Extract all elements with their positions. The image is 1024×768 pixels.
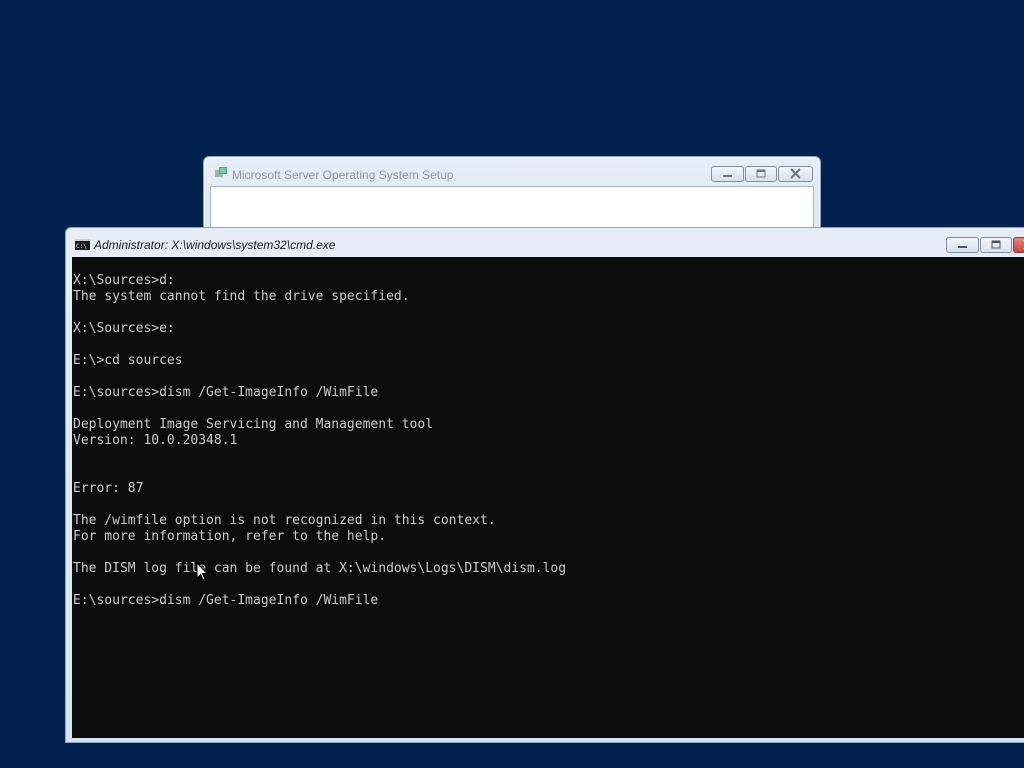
- console-line: Error: 87: [73, 481, 144, 496]
- close-icon: [790, 168, 801, 179]
- cmd-window-title: Administrator: X:\windows\system32\cmd.e…: [94, 238, 336, 252]
- console-line: X:\Sources>d:: [73, 273, 175, 288]
- console-lines: X:\Sources>d: The system cannot find the …: [73, 273, 566, 609]
- close-icon: [1023, 240, 1024, 249]
- setup-close-button[interactable]: [778, 166, 813, 182]
- maximize-icon: [756, 169, 766, 178]
- maximize-icon: [991, 240, 1001, 249]
- cmd-maximize-button[interactable]: [980, 237, 1012, 253]
- setup-titlebar[interactable]: Microsoft Server Operating System Setup: [204, 157, 820, 187]
- cmd-titlebar[interactable]: C:\ Administrator: X:\windows\system32\c…: [66, 228, 1024, 257]
- console-line: E:\sources>dism /Get-ImageInfo /WimFile: [73, 593, 379, 608]
- minimize-icon: [723, 175, 732, 177]
- console-line: Version: 10.0.20348.1: [73, 433, 238, 448]
- setup-minimize-button[interactable]: [711, 166, 744, 182]
- svg-text:C:\: C:\: [76, 243, 87, 250]
- console-line: E:\sources>dism /Get-ImageInfo /WimFile: [73, 385, 379, 400]
- console-line: The /wimfile option is not recognized in…: [73, 513, 496, 528]
- console-line: E:\>cd sources: [73, 353, 183, 368]
- cmd-icon: C:\: [75, 239, 90, 250]
- console-line: For more information, refer to the help.: [73, 529, 387, 544]
- desktop-background: Microsoft Server Operating System Setup: [0, 0, 1024, 768]
- minimize-icon: [958, 246, 967, 248]
- console-line: X:\Sources>e:: [73, 321, 175, 336]
- mouse-pointer-icon: [196, 562, 208, 581]
- console-line: The DISM log file can be found at X:\win…: [73, 561, 567, 576]
- cmd-close-button[interactable]: [1013, 237, 1024, 253]
- setup-maximize-button[interactable]: [745, 166, 777, 182]
- console-line: Deployment Image Servicing and Managemen…: [73, 417, 434, 432]
- console-line: The system cannot find the drive specifi…: [73, 289, 410, 304]
- cmd-window[interactable]: C:\ Administrator: X:\windows\system32\c…: [65, 227, 1024, 743]
- setup-icon: [215, 167, 227, 177]
- cmd-minimize-button[interactable]: [946, 237, 979, 253]
- console-output[interactable]: X:\Sources>d: The system cannot find the …: [72, 257, 1024, 738]
- setup-window-title: Microsoft Server Operating System Setup: [232, 168, 454, 182]
